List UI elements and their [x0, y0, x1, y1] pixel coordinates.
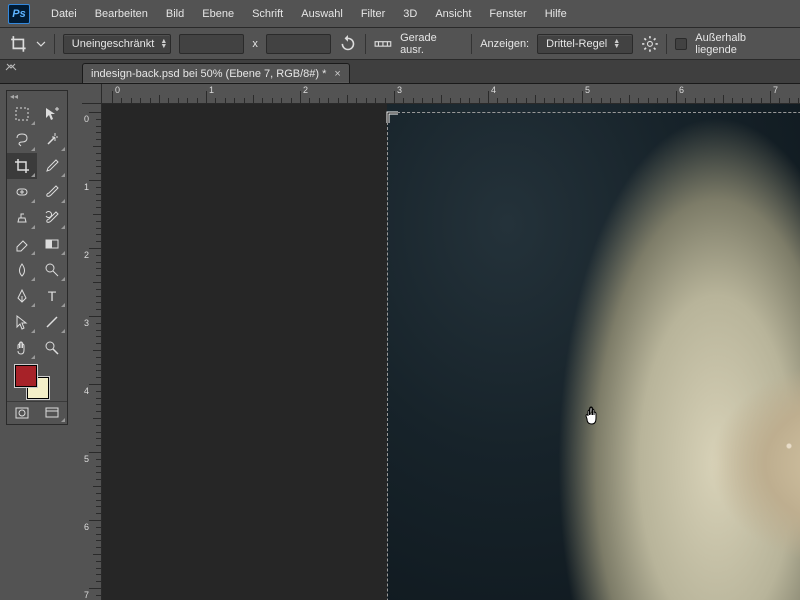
document-tab-title: indesign-back.psd bei 50% (Ebene 7, RGB/… — [91, 68, 326, 80]
ruler-horizontal[interactable]: 0 1 2 3 4 5 6 7 — [102, 84, 800, 104]
ruler-v-label: 7 — [84, 590, 89, 600]
ruler-h-label: 7 — [773, 85, 778, 95]
eraser-tool[interactable] — [7, 231, 37, 257]
app-logo: Ps — [8, 4, 30, 24]
document-tabs: indesign-back.psd bei 50% (Ebene 7, RGB/… — [0, 60, 800, 84]
marquee-tool[interactable] — [7, 101, 37, 127]
brush-tool[interactable] — [37, 179, 67, 205]
menu-schrift[interactable]: Schrift — [243, 0, 292, 28]
ruler-h-label: 5 — [585, 85, 590, 95]
canvas[interactable] — [102, 104, 800, 600]
divider — [666, 34, 667, 54]
outside-label[interactable]: Außerhalb liegende — [695, 32, 790, 56]
straighten-label[interactable]: Gerade ausr. — [400, 32, 463, 56]
ruler-h-label: 4 — [491, 85, 496, 95]
divider — [365, 34, 366, 54]
path-selection-tool[interactable] — [7, 309, 37, 335]
crop-handle-tl-icon[interactable] — [386, 111, 400, 125]
ruler-v-label: 4 — [84, 386, 89, 396]
foreground-color-swatch[interactable] — [15, 365, 37, 387]
rotate-icon[interactable] — [339, 35, 357, 53]
expand-panels-icon[interactable] — [4, 62, 18, 72]
ruler-vertical[interactable]: 0 1 2 3 4 5 6 7 — [82, 104, 102, 600]
tools-panel: ◂◂ T — [6, 90, 68, 425]
close-icon[interactable]: × — [334, 68, 340, 80]
overlay-value: Drittel-Regel — [546, 38, 607, 50]
overlay-dropdown[interactable]: Drittel-Regel ▲▼ — [537, 34, 632, 54]
gradient-tool[interactable] — [37, 231, 67, 257]
ruler-h-label: 2 — [303, 85, 308, 95]
crop-preset-value: Uneingeschränkt — [72, 38, 155, 50]
anzeigen-label: Anzeigen: — [480, 38, 529, 50]
ruler-v-label: 2 — [84, 250, 89, 260]
dropdown-arrows-icon: ▲▼ — [613, 39, 620, 49]
ruler-h-label: 1 — [209, 85, 214, 95]
type-tool[interactable]: T — [37, 283, 67, 309]
tools-panel-grip[interactable]: ◂◂ — [7, 91, 67, 101]
quick-mask-tool[interactable] — [7, 402, 37, 424]
menu-hilfe[interactable]: Hilfe — [536, 0, 576, 28]
magic-wand-tool[interactable] — [37, 127, 67, 153]
options-bar: Uneingeschränkt ▲▼ x Gerade ausr. Anzeig… — [0, 28, 800, 60]
menu-3d[interactable]: 3D — [394, 0, 426, 28]
lasso-tool[interactable] — [7, 127, 37, 153]
crop-width-input[interactable] — [179, 34, 245, 54]
swap-x-label: x — [252, 38, 258, 50]
crop-preset-dropdown[interactable]: Uneingeschränkt ▲▼ — [63, 34, 171, 54]
menu-bild[interactable]: Bild — [157, 0, 193, 28]
menu-fenster[interactable]: Fenster — [480, 0, 535, 28]
svg-text:T: T — [48, 288, 57, 304]
divider — [54, 34, 55, 54]
ruler-v-label: 6 — [84, 522, 89, 532]
straighten-icon[interactable] — [374, 35, 392, 53]
screen-mode-tool[interactable] — [37, 402, 67, 424]
menu-datei[interactable]: Datei — [42, 0, 86, 28]
ruler-h-label: 0 — [115, 85, 120, 95]
preset-chevron-icon[interactable] — [36, 35, 46, 53]
divider — [471, 34, 472, 54]
menubar: Ps Datei Bearbeiten Bild Ebene Schrift A… — [0, 0, 800, 28]
menu-auswahl[interactable]: Auswahl — [292, 0, 352, 28]
dodge-tool[interactable] — [37, 257, 67, 283]
move-tool[interactable] — [37, 101, 67, 127]
ruler-v-label: 1 — [84, 182, 89, 192]
crop-tool-icon[interactable] — [10, 35, 28, 53]
eyedropper-tool[interactable] — [37, 153, 67, 179]
crop-marquee[interactable] — [387, 112, 800, 600]
clone-stamp-tool[interactable] — [7, 205, 37, 231]
document-tab[interactable]: indesign-back.psd bei 50% (Ebene 7, RGB/… — [82, 63, 350, 83]
ruler-v-label: 0 — [84, 114, 89, 124]
workspace: 0 1 2 3 4 5 6 7 0 1 2 3 4 5 6 7 — [82, 84, 800, 600]
ruler-origin[interactable] — [82, 84, 102, 104]
outside-checkbox[interactable] — [675, 38, 687, 50]
menu-bearbeiten[interactable]: Bearbeiten — [86, 0, 157, 28]
ruler-h-label: 3 — [397, 85, 402, 95]
healing-brush-tool[interactable] — [7, 179, 37, 205]
ruler-v-label: 3 — [84, 318, 89, 328]
gear-icon[interactable] — [641, 35, 659, 53]
pen-tool[interactable] — [7, 283, 37, 309]
line-tool[interactable] — [37, 309, 67, 335]
menu-filter[interactable]: Filter — [352, 0, 394, 28]
hand-tool[interactable] — [7, 335, 37, 361]
blur-tool[interactable] — [7, 257, 37, 283]
crop-height-input[interactable] — [266, 34, 332, 54]
ruler-h-label: 6 — [679, 85, 684, 95]
color-swatches[interactable] — [7, 361, 67, 401]
history-brush-tool[interactable] — [37, 205, 67, 231]
menu-ansicht[interactable]: Ansicht — [426, 0, 480, 28]
zoom-tool[interactable] — [37, 335, 67, 361]
ruler-v-label: 5 — [84, 454, 89, 464]
crop-tool[interactable] — [7, 153, 37, 179]
dropdown-arrows-icon: ▲▼ — [160, 39, 167, 49]
menu-ebene[interactable]: Ebene — [193, 0, 243, 28]
